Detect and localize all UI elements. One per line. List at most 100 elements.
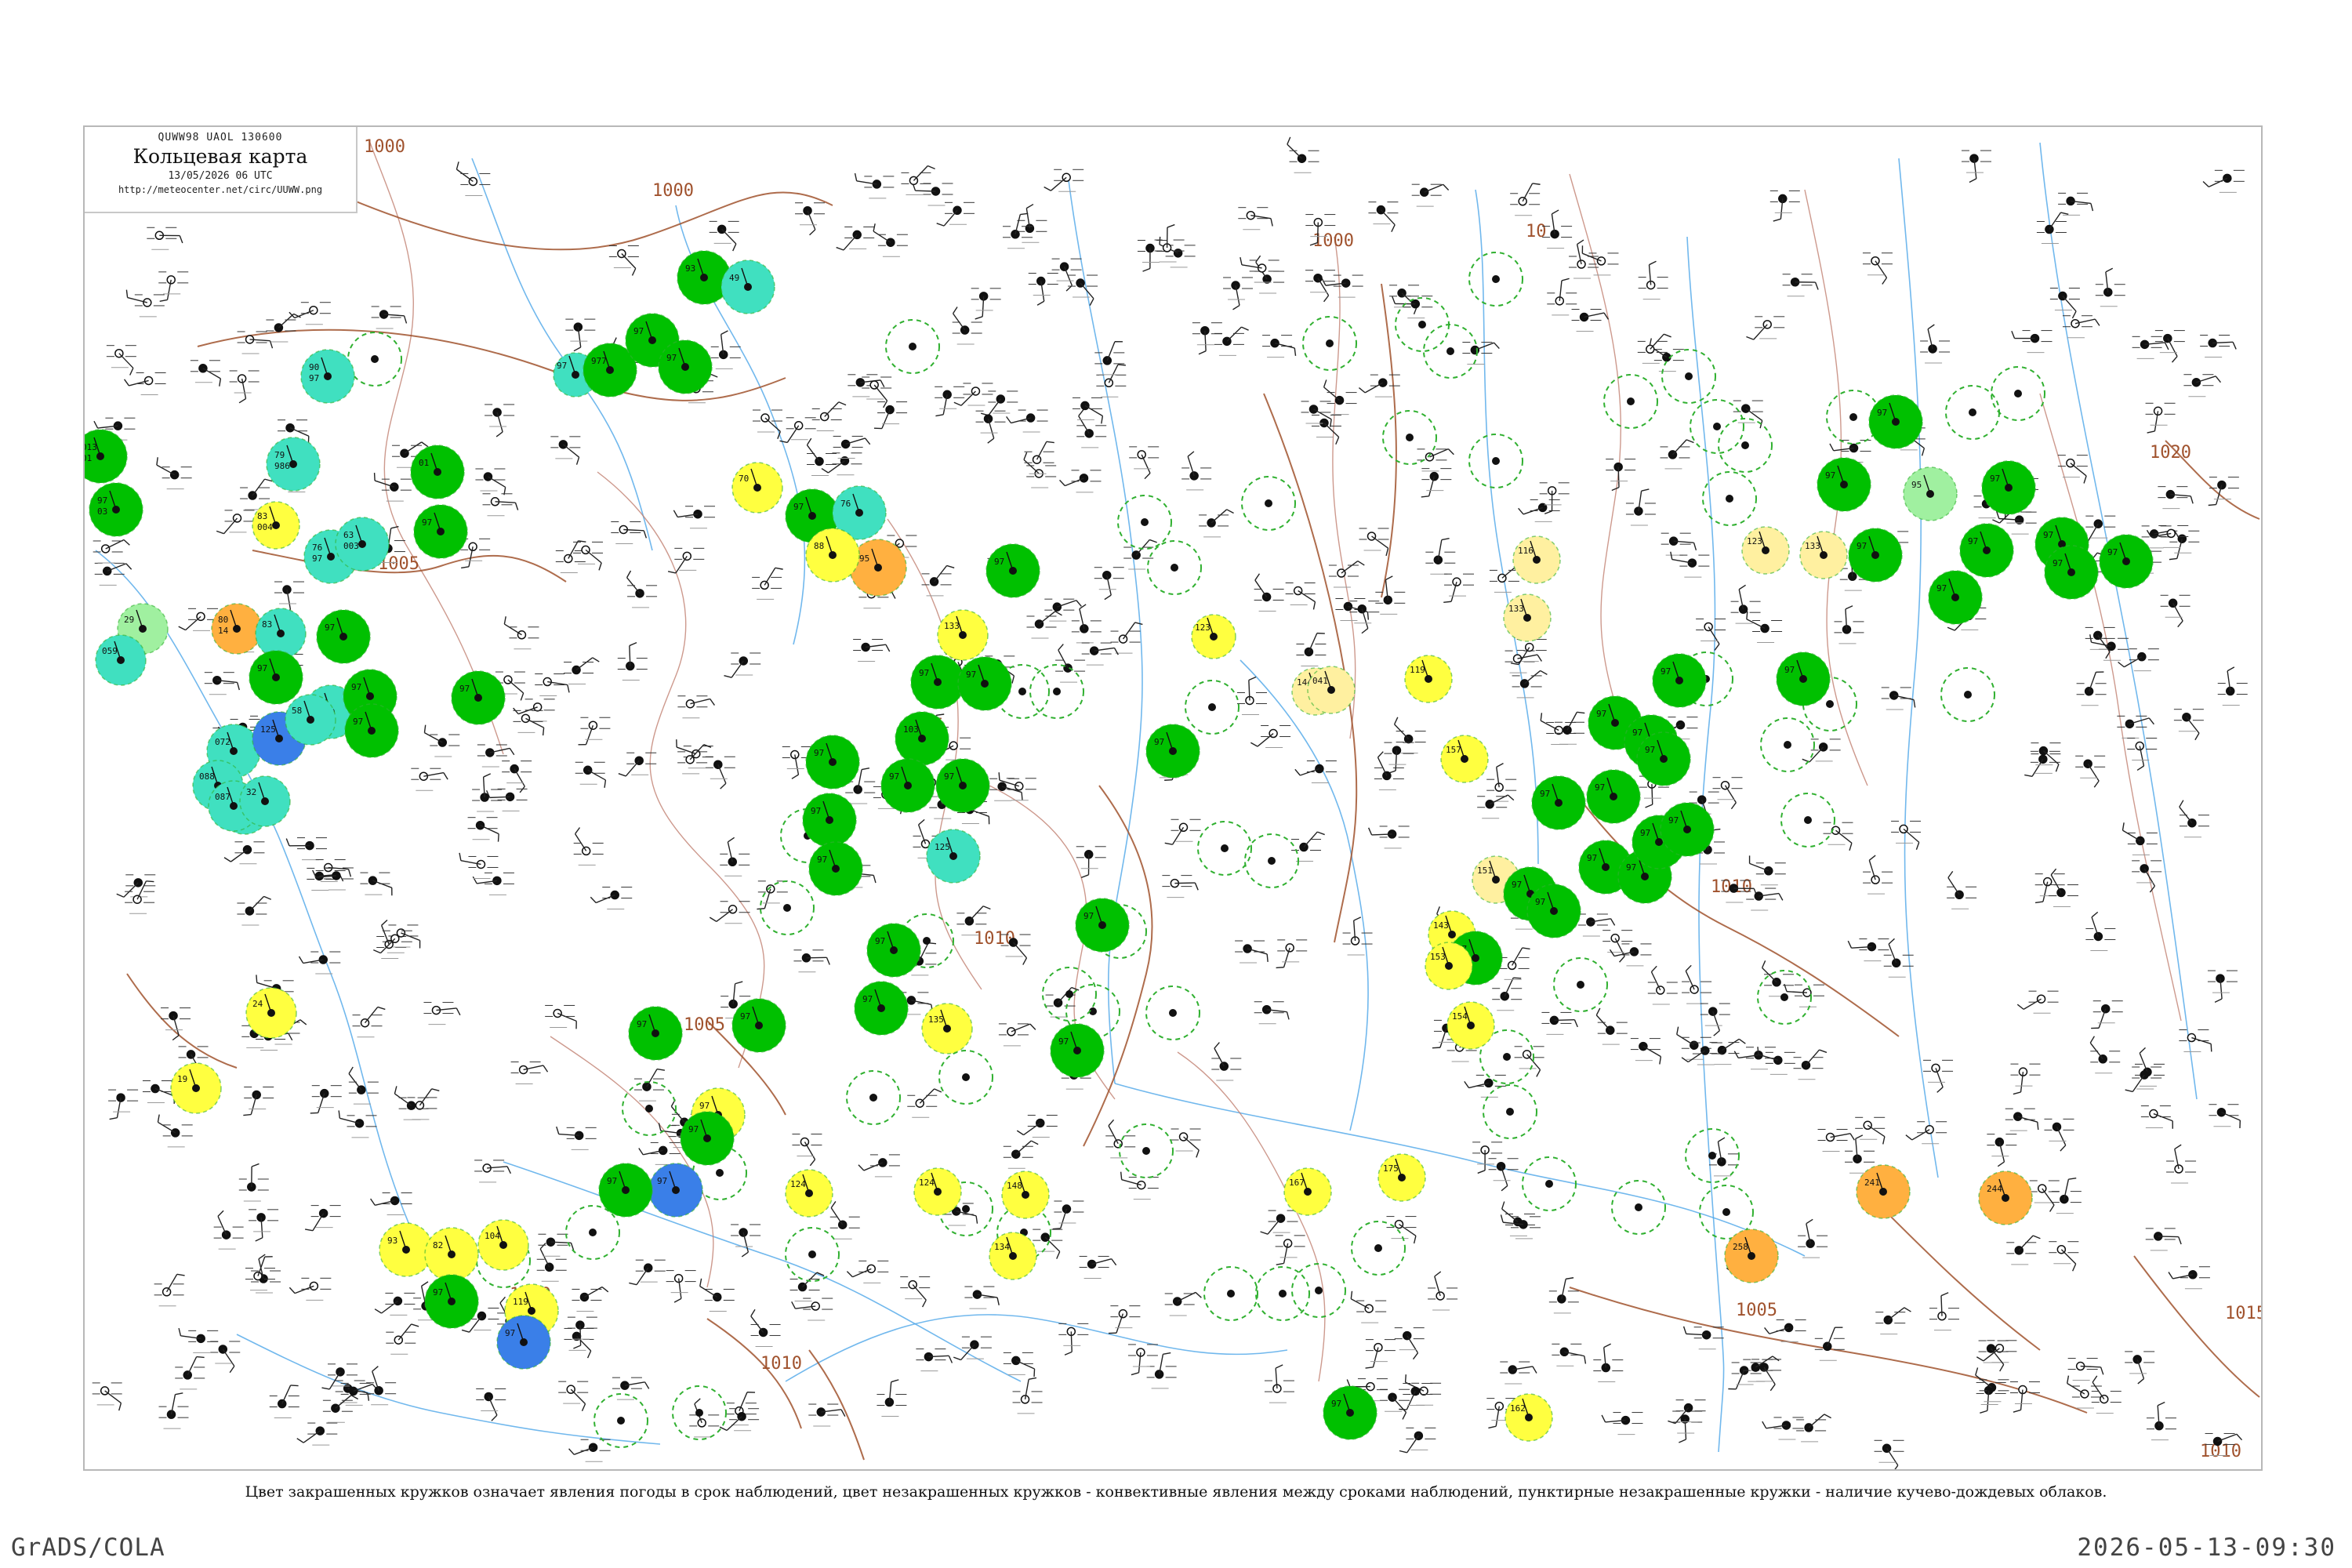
station-model: [916, 1348, 953, 1372]
weather-station-filled: 63003: [335, 517, 390, 572]
station-model: [1211, 1042, 1242, 1081]
station-value: 013: [85, 442, 97, 452]
station-model: [2010, 1063, 2041, 1095]
station-value: 97: [793, 502, 804, 512]
station-model: [2173, 709, 2204, 741]
weather-station-filled: 97: [1776, 652, 1831, 706]
isobar-line: [808, 1349, 865, 1461]
station-value: 134: [994, 1242, 1010, 1252]
station-model: [1367, 826, 1410, 849]
station-model: [1094, 567, 1124, 601]
cb-cloud-dashed-circle: [1661, 349, 1716, 404]
station-model: [2140, 1105, 2173, 1129]
station-model: [567, 1316, 597, 1349]
weather-station-filled: 133: [1503, 593, 1552, 642]
station-model: [1199, 509, 1234, 538]
station-model: [289, 302, 331, 325]
weather-station-filled: 97: [1636, 731, 1691, 786]
station-model: [269, 1385, 299, 1419]
cb-cloud-dashed-circle: [1685, 1128, 1740, 1183]
station-model: [2016, 990, 2059, 1014]
station-model: [1096, 364, 1127, 397]
weather-station-filled: 97: [1531, 775, 1586, 830]
station-model: [1762, 1417, 1804, 1440]
border-line: [1332, 236, 1356, 739]
station-model: [366, 1366, 397, 1406]
station-value: 97: [1825, 470, 1835, 481]
station-model: [1003, 1140, 1039, 1169]
station-value: 97: [862, 994, 873, 1004]
station-model: [456, 162, 491, 196]
station-model: [116, 874, 156, 898]
station-model: [304, 1205, 341, 1232]
station-model: [1500, 1214, 1541, 1240]
station-model: [1374, 751, 1404, 790]
station-value: 004: [257, 522, 273, 532]
station-model: [1733, 400, 1763, 429]
station-model: [720, 837, 750, 877]
station-model: [2029, 1180, 2060, 1212]
station-model: [1003, 1352, 1036, 1377]
station-model: [1028, 273, 1058, 306]
station-value: 97: [817, 855, 827, 865]
station-value: 97: [919, 668, 929, 678]
station-model: [1328, 560, 1365, 588]
station-value: 80: [218, 615, 228, 625]
station-model: [386, 1323, 419, 1355]
station-model: [157, 1114, 193, 1148]
cb-cloud-dashed-circle: [885, 319, 940, 374]
cb-cloud-dashed-circle: [1302, 316, 1357, 371]
station-value: 97: [1535, 897, 1545, 907]
station-model: [1071, 604, 1102, 644]
weather-station-filled: 97: [648, 1163, 703, 1218]
station-model: [1874, 1439, 1904, 1469]
station-model: [1105, 1119, 1136, 1159]
station-model: [1129, 446, 1160, 480]
station-model: [750, 1308, 781, 1347]
weather-station-filled: 97: [413, 504, 468, 559]
weather-station-filled: 82: [424, 1227, 479, 1282]
station-model: [1349, 601, 1380, 634]
weather-station-filled: 97: [1981, 460, 2036, 515]
weather-station-filled: 32: [239, 775, 291, 827]
weather-station-filled: 104: [477, 1219, 529, 1271]
cb-cloud-dashed-circle: [1690, 399, 1744, 454]
station-value: 175: [1383, 1163, 1399, 1174]
station-value: 97: [1857, 541, 1867, 551]
station-model: [502, 760, 532, 793]
cb-cloud-dashed-circle: [1197, 821, 1252, 876]
station-model: [1235, 940, 1269, 964]
station-model: [1264, 1364, 1294, 1403]
station-model: [1987, 1134, 2017, 1167]
station-model: [1294, 760, 1337, 784]
station-value: 97: [505, 1328, 515, 1338]
station-model: [1681, 1042, 1722, 1065]
station-model: [1323, 379, 1357, 416]
cb-cloud-dashed-circle: [565, 1205, 620, 1260]
station-value: 97: [1595, 782, 1605, 793]
weather-station-filled: 19: [170, 1062, 222, 1114]
station-model: [536, 1243, 567, 1282]
station-value: 01: [419, 458, 429, 468]
station-value: 88: [814, 541, 824, 551]
station-model: [1730, 584, 1761, 624]
station-value: 93: [387, 1236, 397, 1246]
station-model: [1262, 335, 1297, 358]
cb-cloud-dashed-circle: [1757, 970, 1812, 1025]
station-model: [1428, 1271, 1458, 1311]
station-model: [2044, 1118, 2074, 1152]
weather-station-filled: 97: [731, 998, 786, 1053]
station-value: 986: [274, 461, 290, 471]
station-model: [1072, 397, 1104, 424]
station-model: [1159, 236, 1196, 268]
station-model: [975, 410, 1006, 444]
isobar-label: 10: [1526, 222, 1547, 241]
station-model: [1593, 1343, 1624, 1383]
station-model: [476, 1388, 506, 1421]
station-model: [964, 1286, 1000, 1309]
station-model: [1164, 818, 1201, 845]
station-value: 70: [739, 474, 749, 484]
isobar-line: [1083, 785, 1153, 1147]
station-model: [175, 1356, 205, 1390]
station-model: [1798, 1218, 1828, 1258]
